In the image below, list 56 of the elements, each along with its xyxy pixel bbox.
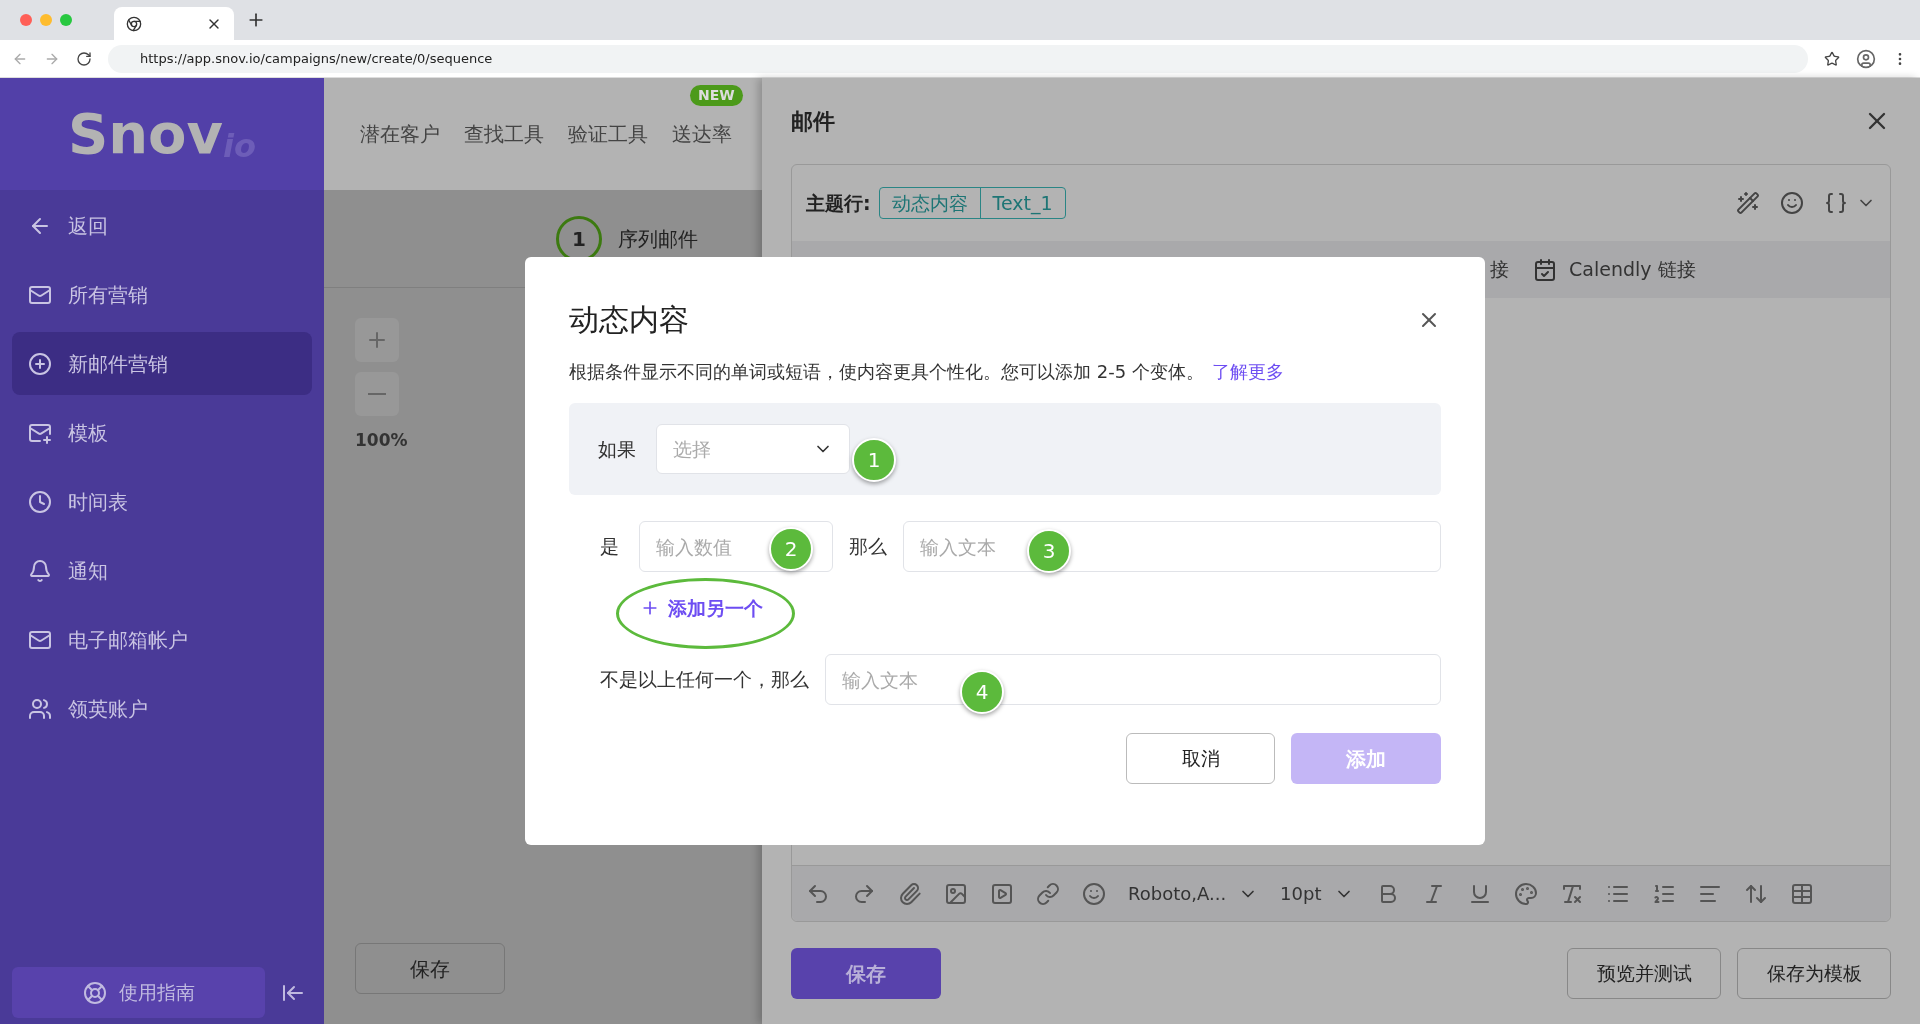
sidebar-item[interactable]: 电子邮箱帐户 bbox=[12, 608, 312, 671]
dialog-title: 动态内容 bbox=[569, 301, 689, 339]
sidebar-item[interactable]: 模板 bbox=[12, 401, 312, 464]
nav-tab[interactable]: 验证工具 bbox=[568, 122, 648, 146]
subject-tag[interactable]: 动态内容 bbox=[879, 188, 980, 218]
save-template-button[interactable]: 保存为模板 bbox=[1737, 948, 1891, 999]
bookmark-star-icon[interactable] bbox=[1824, 50, 1840, 67]
font-size-dropdown[interactable]: 10pt bbox=[1276, 880, 1358, 907]
nav-tab[interactable]: 查找工具 bbox=[464, 122, 544, 146]
font-dropdown[interactable]: Roboto,A... bbox=[1124, 880, 1263, 907]
step-label: 序列邮件 bbox=[618, 225, 698, 253]
address-bar[interactable]: https://app.snov.io/campaigns/new/create/0/sequence bbox=[108, 44, 1808, 73]
sidebar-item[interactable]: 新邮件营销 bbox=[12, 332, 312, 395]
zoom-in-button[interactable] bbox=[355, 318, 399, 362]
then-label: 那么 bbox=[849, 534, 887, 560]
braces-icon[interactable] bbox=[1824, 191, 1848, 215]
sidebar-item[interactable]: 所有营销 bbox=[12, 263, 312, 326]
guide-button[interactable]: 使用指南 bbox=[12, 967, 265, 1018]
profile-icon[interactable] bbox=[1856, 48, 1876, 69]
else-label: 不是以上任何一个，那么 bbox=[600, 667, 809, 693]
number-badge: 3 bbox=[1027, 529, 1071, 573]
toolbar-link[interactable]: 接 bbox=[1490, 255, 1509, 284]
learn-more-link[interactable]: 了解更多 bbox=[1211, 358, 1284, 385]
toolbar-link[interactable]: Calendly 链接 bbox=[1569, 255, 1696, 284]
cancel-button[interactable]: 取消 bbox=[1126, 733, 1275, 784]
add-another-link[interactable]: 添加另一个 bbox=[640, 593, 763, 623]
new-badge: NEW bbox=[690, 85, 743, 106]
sidebar-item[interactable]: 时间表 bbox=[12, 470, 312, 533]
sidebar-item[interactable]: 返回 bbox=[12, 194, 312, 257]
dialog-description: 根据条件显示不同的单词或短语，使内容更具个性化。您可以添加 2-5 个变体。 bbox=[569, 360, 1204, 384]
panel-title: 邮件 bbox=[791, 107, 835, 136]
reload-icon[interactable] bbox=[76, 50, 92, 67]
zoom-level: 100% bbox=[355, 429, 408, 452]
number-badge: 2 bbox=[769, 527, 813, 571]
smiley-icon[interactable] bbox=[1780, 191, 1804, 215]
save-button[interactable]: 保存 bbox=[791, 948, 941, 999]
people-icon bbox=[28, 696, 52, 721]
subject-label: 主题行: bbox=[806, 190, 871, 216]
clock-icon bbox=[28, 489, 52, 514]
nav-tab[interactable]: 潜在客户 bbox=[360, 122, 440, 146]
if-label: 如果 bbox=[598, 436, 636, 462]
nav-tab[interactable]: 送达率 bbox=[672, 122, 732, 146]
save-button[interactable]: 保存 bbox=[355, 943, 505, 994]
preview-button[interactable]: 预览并测试 bbox=[1567, 948, 1721, 999]
minus-icon bbox=[368, 393, 386, 395]
is-label: 是 bbox=[600, 534, 619, 560]
browser-logo-icon bbox=[126, 15, 142, 32]
browser-tab[interactable] bbox=[114, 7, 234, 40]
sidebar-item[interactable]: 通知 bbox=[12, 539, 312, 602]
bell-icon bbox=[28, 558, 52, 583]
plus-circle-icon bbox=[28, 351, 52, 376]
sidebar-item[interactable]: 领英账户 bbox=[12, 677, 312, 740]
calendar-icon[interactable] bbox=[1533, 257, 1557, 282]
lifebuoy-icon bbox=[82, 980, 107, 1005]
number-badge: 4 bbox=[960, 670, 1004, 714]
magic-wand-icon[interactable] bbox=[1736, 191, 1760, 215]
